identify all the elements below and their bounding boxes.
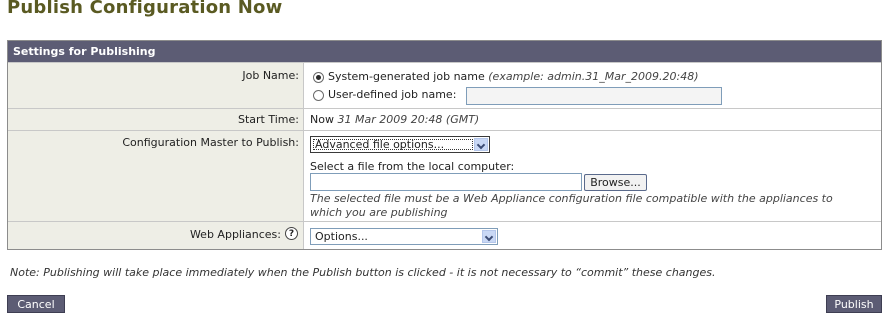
config-master-selected: Advanced file options... (315, 138, 445, 151)
user-defined-job-name-input[interactable] (466, 87, 722, 105)
system-generated-radio[interactable] (313, 72, 324, 83)
web-appliances-row: Web Appliances: ? Options... (8, 221, 881, 249)
page-title: Publish Configuration Now (7, 0, 283, 18)
chevron-down-icon (474, 138, 488, 151)
config-master-select[interactable]: Advanced file options... (310, 136, 490, 153)
start-time-prefix: Now (310, 113, 334, 126)
web-appliances-select[interactable]: Options... (310, 228, 498, 245)
file-hint-line1: The selected file must be a Web Applianc… (310, 192, 833, 205)
panel-header: Settings for Publishing (8, 41, 881, 62)
file-prompt: Select a file from the local computer: (310, 160, 515, 173)
file-path-input[interactable] (310, 173, 582, 191)
help-icon[interactable]: ? (285, 227, 298, 240)
config-master-label: Configuration Master to Publish: (122, 136, 299, 149)
file-hint-line2: which you are publishing (310, 206, 448, 219)
system-generated-label[interactable]: System-generated job name (328, 70, 485, 83)
settings-panel: Settings for Publishing Job Name: System… (7, 40, 882, 250)
job-name-row: Job Name: System-generated job name (exa… (8, 62, 881, 108)
user-defined-label[interactable]: User-defined job name: (328, 88, 456, 101)
web-appliances-selected: Options... (315, 230, 368, 243)
publish-note: Note: Publishing will take place immedia… (10, 266, 716, 279)
config-master-row: Configuration Master to Publish: Advance… (8, 130, 881, 221)
chevron-down-icon (482, 230, 496, 243)
start-time-row: Start Time: Now 31 Mar 2009 20:48 (GMT) (8, 108, 881, 130)
publish-button[interactable]: Publish (826, 295, 882, 313)
user-defined-radio[interactable] (313, 90, 324, 101)
start-time-label: Start Time: (238, 113, 299, 126)
start-time-value: 31 Mar 2009 20:48 (GMT) (337, 113, 480, 126)
web-appliances-label: Web Appliances: (189, 228, 281, 241)
job-name-label: Job Name: (242, 69, 299, 82)
browse-button[interactable]: Browse... (584, 174, 647, 191)
system-generated-example: (example: admin.31_Mar_2009.20:48) (488, 70, 699, 83)
cancel-button[interactable]: Cancel (7, 295, 65, 313)
